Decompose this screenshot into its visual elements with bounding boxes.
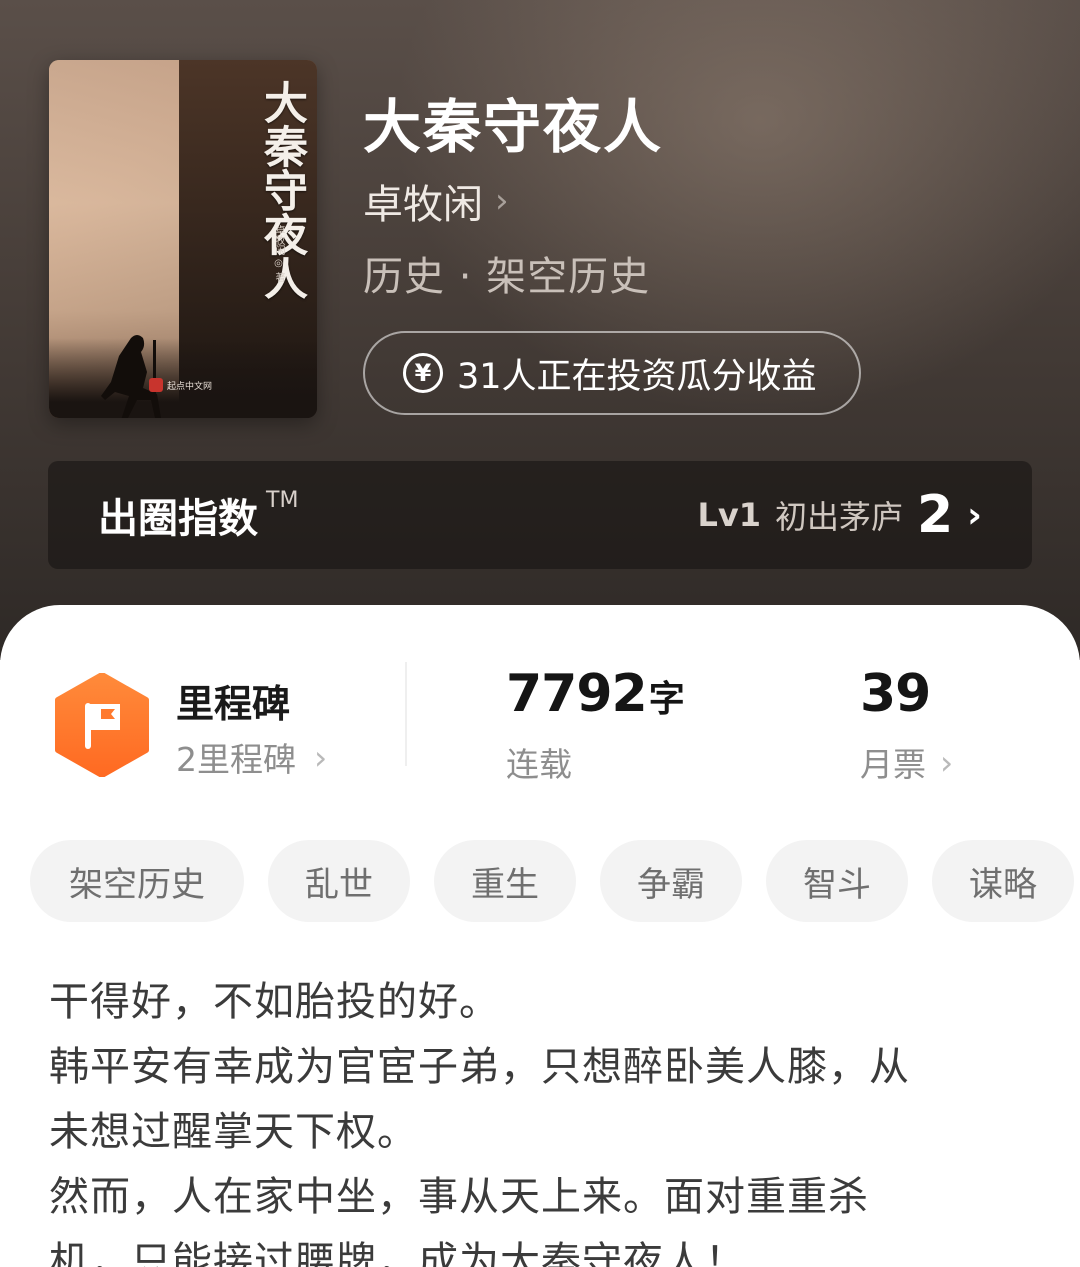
chevron-right-icon: ›: [495, 181, 509, 221]
flag-icon[interactable]: [54, 673, 150, 777]
book-cover[interactable]: 大秦守夜人 卓牧闲 ◎ 著 起点中文网: [49, 60, 317, 418]
word-count-value: 7792: [506, 664, 648, 724]
book-synopsis[interactable]: 干得好，不如胎投的好。 韩平安有幸成为官宦子弟，只想醉卧美人膝，从 未想过醒掌天…: [49, 970, 1009, 1267]
stats-divider: [405, 662, 407, 766]
chevron-right-icon: ›: [940, 742, 954, 782]
trademark-mark: TM: [266, 488, 299, 513]
circle-index-bar[interactable]: 出圈指数 TM Lv1 初出茅庐 2 ›: [48, 461, 1032, 569]
chevron-right-icon: ›: [967, 494, 982, 536]
circle-index-label: 出圈指数 TM: [98, 486, 298, 544]
book-genre: 历史 · 架空历史: [363, 254, 651, 300]
author-link[interactable]: 卓牧闲 ›: [363, 172, 509, 230]
level-code: Lv1: [697, 496, 761, 534]
monthly-ticket-value: 39: [860, 664, 931, 724]
tag-item[interactable]: 重生: [434, 840, 576, 922]
milestone-count: 2里程碑: [176, 740, 296, 779]
invest-text: 31人正在投资瓜分收益: [457, 356, 817, 397]
synopsis-line: 未想过醒掌天下权。: [49, 1109, 418, 1155]
circle-index-level: Lv1 初出茅庐 2 ›: [697, 485, 982, 545]
monthly-ticket-stat[interactable]: 39 月票 ›: [860, 664, 953, 786]
circle-index-value: 2: [916, 485, 954, 545]
book-title: 大秦守夜人: [363, 93, 664, 161]
word-count-stat: 7792字 连载: [506, 664, 685, 786]
monthly-ticket-label: 月票: [860, 745, 926, 784]
synopsis-line: 干得好，不如胎投的好。: [49, 979, 500, 1025]
yen-icon: ¥: [403, 353, 443, 393]
word-count-unit: 字: [648, 679, 685, 720]
tag-item[interactable]: 争霸: [600, 840, 742, 922]
cover-author: 卓牧闲 ◎ 著: [273, 225, 284, 283]
tag-item[interactable]: 智斗: [766, 840, 908, 922]
book-header: 大秦守夜人 卓牧闲 ◎ 著 起点中文网 大秦守夜人 卓牧闲 › 历史 · 架空历…: [0, 0, 1080, 660]
serial-status: 连载: [506, 745, 572, 784]
synopsis-line: 然而，人在家中坐，事从天上来。面对重重杀: [49, 1174, 869, 1220]
tag-item[interactable]: 谋略: [932, 840, 1074, 922]
tag-item[interactable]: 架空历史: [30, 840, 244, 922]
author-name: 卓牧闲: [363, 182, 483, 228]
milestone-link[interactable]: 2里程碑 ›: [176, 733, 327, 781]
publisher-mark-icon: [149, 378, 163, 392]
level-name: 初出茅庐: [774, 498, 903, 536]
cover-rider-silhouette: [101, 335, 161, 418]
tag-list: 架空历史 乱世 重生 争霸 智斗 谋略: [30, 840, 1074, 922]
synopsis-line: 韩平安有幸成为官宦子弟，只想醉卧美人膝，从: [49, 1044, 910, 1090]
publisher-name: 起点中文网: [167, 381, 213, 392]
chevron-right-icon: ›: [314, 737, 328, 777]
tag-item[interactable]: 乱世: [268, 840, 410, 922]
circle-index-title: 出圈指数: [98, 496, 258, 542]
book-detail-page: 大秦守夜人 卓牧闲 ◎ 著 起点中文网 大秦守夜人 卓牧闲 › 历史 · 架空历…: [0, 0, 1080, 1267]
synopsis-line: 机，只能接过腰牌，成为大秦守夜人！: [49, 1239, 746, 1267]
milestone-title[interactable]: 里程碑: [176, 673, 290, 728]
invest-button[interactable]: ¥ 31人正在投资瓜分收益: [363, 331, 861, 415]
publisher-logo: 起点中文网: [149, 378, 212, 392]
